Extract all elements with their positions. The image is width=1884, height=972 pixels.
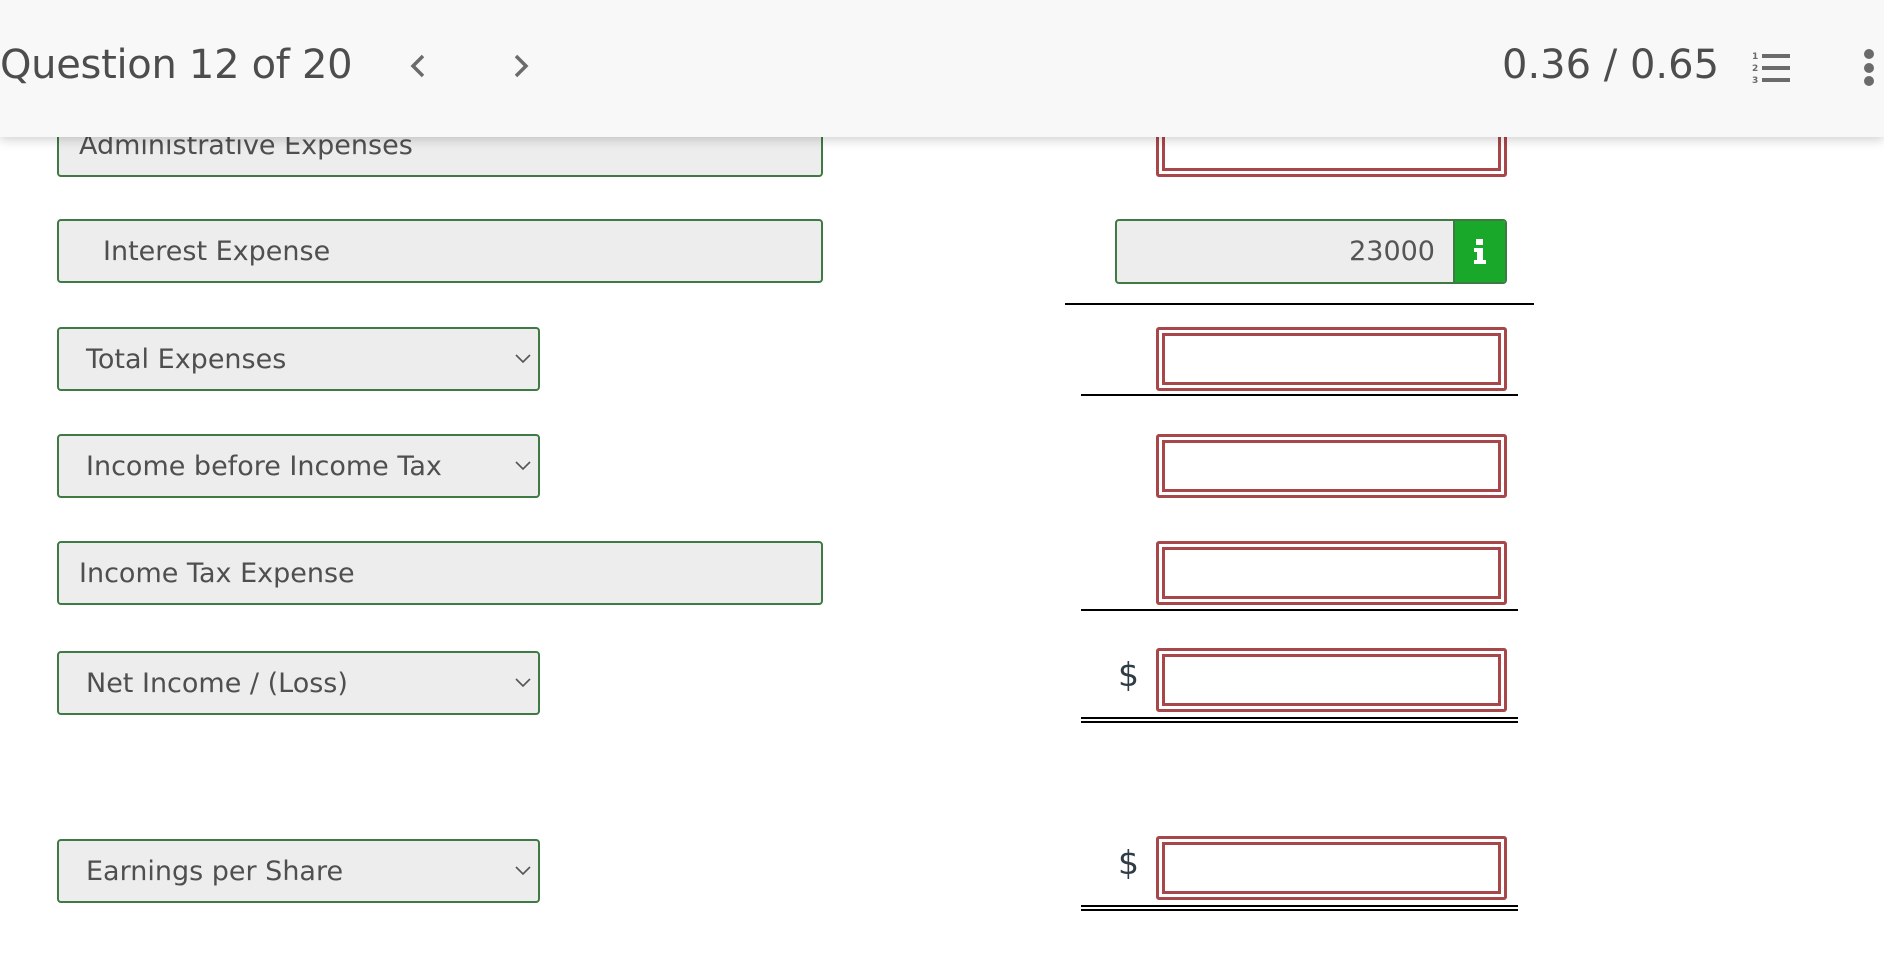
previous-question-button[interactable] [398,46,438,86]
select-value: Earnings per Share [86,855,344,887]
svg-text:2: 2 [1752,64,1758,74]
numbered-list-icon[interactable]: 1 2 3 [1752,50,1796,86]
account-select-income-before-tax[interactable]: Income before Income Tax [57,434,540,498]
account-label-text: Interest Expense [103,235,331,267]
amount-input-interest-expense[interactable]: 23000 [1115,219,1507,284]
subtotal-rule [1081,394,1518,396]
quiz-page: Question 12 of 20 0.36 / 0.65 1 2 3 Admi… [0,0,1884,972]
subtotal-rule [1081,609,1518,611]
question-header: Question 12 of 20 0.36 / 0.65 1 2 3 [0,0,1884,137]
account-label-text: Income Tax Expense [79,557,355,589]
account-select-total-expenses[interactable]: Total Expenses [57,327,540,391]
select-value: Income before Income Tax [86,450,442,482]
chevron-down-icon [515,354,531,364]
more-vertical-icon[interactable] [1862,48,1876,88]
amount-input-net-income[interactable] [1156,648,1507,712]
amount-input-income-before-tax[interactable] [1156,434,1507,498]
score-display: 0.36 / 0.65 [1502,42,1720,88]
select-value: Net Income / (Loss) [86,667,348,699]
chevron-down-icon [515,678,531,688]
currency-symbol: $ [1118,843,1139,882]
svg-text:3: 3 [1752,76,1758,86]
subtotal-rule [1065,303,1534,305]
currency-symbol: $ [1118,655,1139,694]
svg-text:1: 1 [1752,52,1758,62]
amount-input-income-tax-expense[interactable] [1156,541,1507,605]
total-double-rule [1081,905,1518,911]
account-select-earnings-per-share[interactable]: Earnings per Share [57,839,540,903]
next-question-button[interactable] [501,46,541,86]
chevron-right-icon [514,54,529,78]
account-label-income-tax-expense: Income Tax Expense [57,541,823,605]
info-button[interactable] [1453,221,1505,282]
account-label-interest-expense: Interest Expense [57,219,823,283]
chevron-left-icon [410,54,425,78]
amount-value: 23000 [1349,236,1435,267]
question-title: Question 12 of 20 [0,42,353,88]
select-value: Total Expenses [86,343,287,375]
chevron-down-icon [515,866,531,876]
total-double-rule [1081,717,1518,723]
account-select-net-income[interactable]: Net Income / (Loss) [57,651,540,715]
amount-input-total-expenses[interactable] [1156,327,1507,391]
info-icon [1474,238,1486,264]
amount-input-earnings-per-share[interactable] [1156,836,1507,900]
chevron-down-icon [515,461,531,471]
